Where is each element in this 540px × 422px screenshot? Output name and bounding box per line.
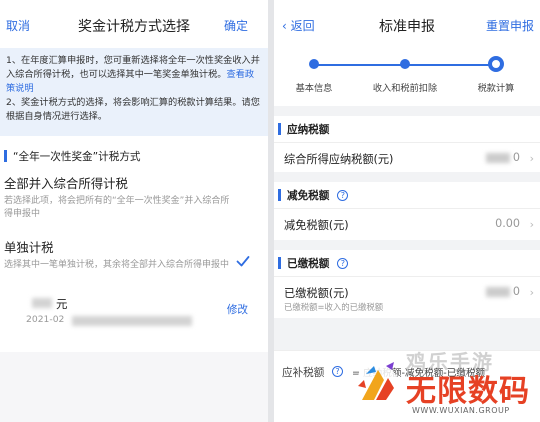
bonus-tax-method-screen: 取消 奖金计税方式选择 确定 1、在年度汇算申报时，您可重新选择将全年一次性奖金… — [0, 0, 268, 422]
step-label: 收入和税前扣除 — [372, 83, 438, 94]
bottom-area — [0, 352, 268, 422]
step-label: 税款计算 — [477, 83, 515, 94]
step-label: 基本信息 — [295, 83, 333, 94]
section-header: 减免税额 ? — [274, 182, 540, 208]
help-icon[interactable]: ? — [337, 257, 349, 269]
notice-text-2: 2、奖金计税方式的选择，将会影响汇算的税款计算结果。请您根据自身情况进行选择。 — [6, 97, 260, 122]
option-desc: 若选择此项，将会把所有的“全年一次性奖金”并入综合所得申报中 — [4, 196, 230, 219]
redacted-detail — [72, 316, 192, 326]
tax-due-label: 应补税额 — [282, 367, 325, 379]
tax-payable-row[interactable]: 综合所得应纳税额(元) 0 › — [274, 142, 540, 172]
nav-bar: ‹ 返回 标准申报 重置申报 — [274, 0, 540, 48]
amount-unit: 元 — [56, 297, 68, 311]
section-accent-bar — [278, 189, 281, 201]
help-icon[interactable]: ? — [332, 366, 343, 377]
record-date: 2021-02 — [26, 314, 65, 325]
section-title: 减免税额 — [287, 189, 330, 202]
redacted-amount — [32, 298, 52, 308]
redacted-value — [486, 287, 510, 297]
option-desc: 选择其中一笔单独计税，其余将全部并入综合所得申报中 — [4, 260, 230, 270]
section-tax-relief: 减免税额 ? 减免税额(元) 0.00 › — [274, 182, 540, 240]
section-title: “全年一次性奖金”计税方式 — [13, 150, 141, 163]
section-accent-bar — [4, 150, 7, 162]
section-title: 应纳税额 — [287, 123, 330, 136]
option-merge-all[interactable]: 全部并入综合所得计税 若选择此项，将会把所有的“全年一次性奖金”并入综合所得申报… — [0, 176, 268, 232]
row-value: 0 — [512, 285, 520, 298]
step-dot-tax-calc — [488, 56, 504, 72]
watermark-brand-text: 无限数码 — [406, 374, 530, 409]
option-separate[interactable]: 单独计税 选择其中一笔单独计税，其余将全部并入综合所得申报中 — [0, 232, 268, 294]
step-dot-basic-info — [309, 59, 319, 69]
help-icon[interactable]: ? — [337, 189, 349, 201]
watermark-url: WWW.WUXIAN.GROUP — [412, 406, 510, 415]
reset-declaration-button[interactable]: 重置申报 — [486, 17, 534, 34]
nav-bar: 取消 奖金计税方式选择 确定 — [0, 0, 268, 48]
tax-paid-row[interactable]: 已缴税额(元) 已缴税额=收入的已缴税额 0 › — [274, 276, 540, 318]
section-tax-payable: 应纳税额 综合所得应纳税额(元) 0 › — [274, 116, 540, 172]
chevron-right-icon: › — [529, 152, 534, 165]
step-dot-income — [400, 59, 410, 69]
policy-notice: 1、在年度汇算申报时，您可重新选择将全年一次性奖金收入并入综合所得计税，也可以选… — [0, 48, 268, 136]
section-header: “全年一次性奖金”计税方式 — [0, 136, 268, 176]
progress-steps: 基本信息 收入和税前扣除 税款计算 — [274, 48, 540, 106]
tax-relief-row[interactable]: 减免税额(元) 0.00 › — [274, 208, 540, 240]
notice-text-1: 1、在年度汇算申报时，您可重新选择将全年一次性奖金收入并入综合所得计税，也可以选… — [6, 55, 260, 80]
option-title: 全部并入综合所得计税 — [4, 176, 128, 191]
edit-button[interactable]: 修改 — [227, 302, 248, 317]
bonus-record: 元 2021-02 修改 — [0, 294, 268, 338]
redacted-value — [486, 153, 510, 163]
row-label: 综合所得应纳税额(元) — [284, 153, 394, 166]
section-header: 应纳税额 — [274, 116, 540, 142]
watermark-logo: 鸡乐手游 无限数码 WWW.WUXIAN.GROUP — [346, 346, 540, 422]
section-tax-paid: 已缴税额 ? 已缴税额(元) 已缴税额=收入的已缴税额 0 › — [274, 250, 540, 318]
confirm-button[interactable]: 确定 — [224, 17, 248, 34]
brand-logo-icon — [355, 362, 399, 408]
row-value: 0.00 — [495, 217, 520, 230]
row-label: 已缴税额(元) — [284, 287, 349, 300]
option-title: 单独计税 — [4, 240, 54, 255]
section-accent-bar — [278, 257, 281, 269]
chevron-right-icon: › — [529, 218, 534, 231]
row-note: 已缴税额=收入的已缴税额 — [284, 302, 384, 312]
checkmark-icon — [236, 256, 250, 267]
section-title: 已缴税额 — [287, 257, 330, 270]
chevron-right-icon: › — [529, 286, 534, 299]
section-header: 已缴税额 ? — [274, 250, 540, 276]
row-label: 减免税额(元) — [284, 219, 349, 232]
row-value: 0 — [512, 151, 520, 164]
section-accent-bar — [278, 123, 281, 135]
